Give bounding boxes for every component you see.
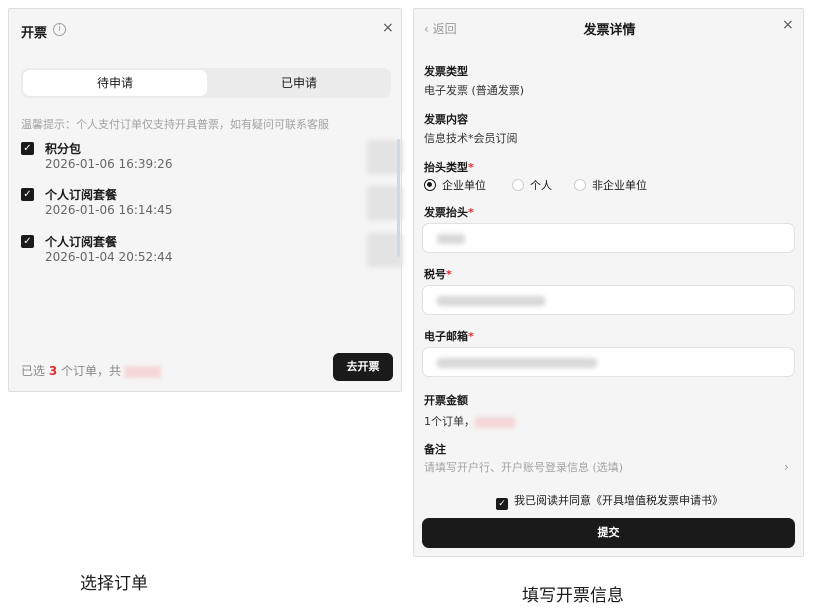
order-time: 2026-01-06 16:39:26 [45, 157, 173, 171]
close-icon[interactable]: × [782, 18, 794, 32]
remark-label: 备注 [424, 443, 446, 456]
radio-non-enterprise[interactable]: 非企业单位 [574, 177, 647, 193]
list-item[interactable]: ✓ 个人订阅套餐 2026-01-06 16:14:45 [21, 186, 403, 230]
invoice-content-label: 发票内容 [424, 113, 468, 126]
tip-text: 温馨提示：个人支付订单仅支持开具普票，如有疑问可联系客服 [21, 118, 329, 131]
tax-id-input[interactable] [422, 285, 795, 315]
checkbox-checked-icon[interactable]: ✓ [21, 142, 34, 155]
amount-label: 开票金额 [424, 394, 468, 407]
email-input[interactable] [422, 347, 795, 377]
checkbox-checked-icon[interactable]: ✓ [21, 188, 34, 201]
radio-icon [512, 179, 524, 191]
back-button[interactable]: ‹ 返回 [424, 20, 457, 37]
panel-title: 发票详情 [583, 23, 636, 38]
caption-right: 填写开票信息 [522, 586, 624, 606]
invoice-header-input[interactable] [422, 223, 795, 253]
checkbox-checked-icon[interactable]: ✓ [496, 498, 508, 510]
panel-title: 开票 [21, 26, 48, 41]
scrollbar[interactable] [397, 139, 400, 257]
selection-summary: 已选 3 个订单，共 [21, 362, 161, 379]
submit-button[interactable]: 提交 [422, 518, 795, 548]
chevron-right-icon[interactable]: › [784, 460, 789, 474]
radio-selected-icon [424, 179, 436, 191]
email-label: 电子邮箱* [424, 330, 474, 343]
remark-input[interactable]: 请填写开户行、开户账号登录信息 (选填) [424, 459, 623, 475]
go-invoice-button[interactable]: 去开票 [333, 353, 393, 381]
tab-pending[interactable]: 待申请 [23, 70, 207, 96]
amount-redacted [475, 416, 515, 428]
invoice-tabs: 待申请 已申请 [21, 68, 391, 98]
invoice-type-value: 电子发票 (普通发票) [424, 84, 525, 97]
selected-count: 3 [48, 364, 58, 378]
header-type-label: 抬头类型* [424, 161, 474, 174]
info-circle-icon[interactable]: i [53, 23, 66, 36]
order-name: 积分包 [45, 142, 82, 156]
amount-value: 1个订单， [424, 413, 515, 429]
order-name: 个人订阅套餐 [45, 235, 118, 249]
header-type-radio-group: 企业单位 个人 非企业单位 [424, 177, 784, 193]
radio-personal[interactable]: 个人 [512, 177, 552, 193]
invoice-detail-panel: 发票详情 ‹ 返回 × 发票类型 电子发票 (普通发票) 发票内容 信息技术*会… [413, 8, 804, 557]
order-time: 2026-01-06 16:14:45 [45, 203, 173, 217]
radio-icon [574, 179, 586, 191]
caption-left: 选择订单 [80, 574, 148, 594]
chevron-left-icon: ‹ [424, 22, 429, 36]
invoice-header-label: 发票抬头* [424, 206, 474, 219]
agreement-checkbox[interactable]: ✓ 我已阅读并同意《开具增值税发票申请书》 [414, 492, 805, 510]
order-time: 2026-01-04 20:52:44 [45, 250, 173, 264]
order-name: 个人订阅套餐 [45, 188, 118, 202]
invoice-type-label: 发票类型 [424, 65, 468, 78]
checkbox-checked-icon[interactable]: ✓ [21, 235, 34, 248]
invoice-content-value: 信息技术*会员订阅 [424, 132, 518, 145]
list-item[interactable]: ✓ 个人订阅套餐 2026-01-04 20:52:44 [21, 233, 403, 277]
tax-id-label: 税号* [424, 268, 452, 281]
close-icon[interactable]: × [382, 21, 394, 35]
total-amount-redacted [124, 365, 161, 378]
list-item[interactable]: ✓ 积分包 2026-01-06 16:39:26 [21, 140, 403, 184]
order-select-panel: 开票 i × 待申请 已申请 温馨提示：个人支付订单仅支持开具普票，如有疑问可联… [8, 8, 403, 392]
radio-enterprise[interactable]: 企业单位 [424, 177, 486, 193]
tab-applied[interactable]: 已申请 [207, 68, 391, 98]
